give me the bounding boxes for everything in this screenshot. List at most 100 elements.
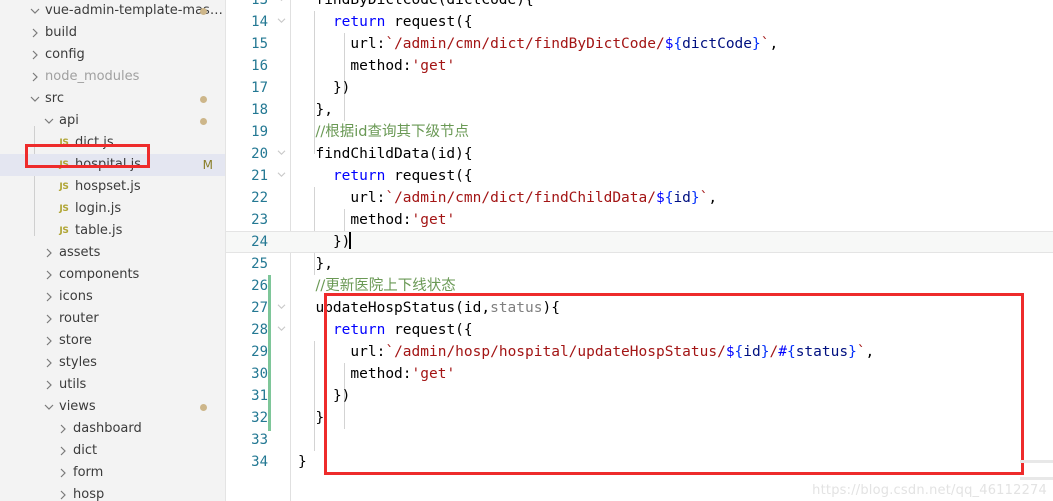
line-number: 19 [251,124,268,140]
chevron-right-icon[interactable] [42,314,56,324]
code-line[interactable]: 20 findChildData(id){ [226,143,1053,165]
line-number: 28 [251,322,268,338]
chevron-right-icon[interactable] [42,292,56,302]
tree-item-label: components [59,267,140,282]
code-text: }) [332,80,351,96]
chevron-right-icon[interactable] [28,28,42,38]
js-file-icon: JS [59,182,69,192]
tree-item-dict-js[interactable]: JS dict.js [0,132,225,154]
tree-item-assets[interactable]: assets [0,242,225,264]
tree-item-store[interactable]: store [0,330,225,352]
code-line[interactable]: 33 [226,429,1053,451]
file-tree[interactable]: vue-admin-template-master build config node… [0,0,225,501]
code-text: return request({ [332,14,473,30]
modified-dot-icon [200,118,207,125]
tree-item-label: dashboard [73,421,142,436]
code-line[interactable]: 22 url:`/admin/cmn/dict/findChildData/${… [226,187,1053,209]
code-editor[interactable]: 13 findByDictCode(dictCode){14 return re… [226,0,1053,501]
tree-item-label: api [59,113,79,128]
tree-item-label: store [59,333,92,348]
line-number: 24 [251,234,268,250]
chevron-right-icon[interactable] [42,270,56,280]
line-number: 13 [251,0,268,8]
fold-chevron-icon[interactable] [274,297,288,319]
tree-item-root[interactable]: vue-admin-template-master [0,0,225,22]
fold-chevron-icon[interactable] [274,0,288,11]
chevron-right-icon[interactable] [42,248,56,258]
line-number: 26 [251,278,268,294]
code-line[interactable]: 21 return request({ [226,165,1053,187]
chevron-right-icon[interactable] [56,490,70,500]
chevron-right-icon[interactable] [56,446,70,456]
code-text: method:'get' [350,366,456,382]
line-number: 31 [251,388,268,404]
fold-chevron-icon[interactable] [274,143,288,165]
code-line[interactable]: 28 return request({ [226,319,1053,341]
fold-chevron-icon[interactable] [274,11,288,33]
tree-item-table-js[interactable]: JS table.js [0,220,225,242]
code-line[interactable]: 34} [226,451,1053,473]
tree-item-label: hosp [73,487,105,501]
chevron-right-icon[interactable] [42,380,56,390]
explorer-sidebar[interactable]: vue-admin-template-master build config node… [0,0,226,501]
tree-item-hospset-js[interactable]: JS hospset.js [0,176,225,198]
code-line[interactable]: 15 url:`/admin/cmn/dict/findByDictCode/$… [226,33,1053,55]
code-text: //根据id查询其下级节点 [315,124,469,140]
tree-item-styles[interactable]: styles [0,352,225,374]
code-line[interactable]: 19 //根据id查询其下级节点 [226,121,1053,143]
chevron-down-icon[interactable] [28,7,42,15]
code-lines[interactable]: 13 findByDictCode(dictCode){14 return re… [226,0,1053,501]
tree-item-views[interactable]: views [0,396,225,418]
tree-item-node-modules[interactable]: node_modules [0,66,225,88]
code-line[interactable]: 24 }) [226,231,1053,253]
fold-chevron-icon[interactable] [274,165,288,187]
line-number: 27 [251,300,268,316]
tree-item-utils[interactable]: utils [0,374,225,396]
tree-item-router[interactable]: router [0,308,225,330]
code-text: } [315,410,325,426]
watermark: https://blog.csdn.net/qq_46112274 [812,483,1047,498]
code-line[interactable]: 26 //更新医院上下线状态 [226,275,1053,297]
line-number: 29 [251,344,268,360]
tree-item-dashboard[interactable]: dashboard [0,418,225,440]
tree-item-icons[interactable]: icons [0,286,225,308]
code-text: updateHospStatus(id,status){ [315,300,560,316]
code-text: url:`/admin/hosp/hospital/updateHospStat… [350,344,875,360]
tree-item-dict[interactable]: dict [0,440,225,462]
chevron-down-icon[interactable] [42,403,56,411]
code-line[interactable]: 23 method:'get' [226,209,1053,231]
code-line[interactable]: 14 return request({ [226,11,1053,33]
code-line[interactable]: 30 method:'get' [226,363,1053,385]
chevron-right-icon[interactable] [42,336,56,346]
code-line[interactable]: 32 } [226,407,1053,429]
chevron-down-icon[interactable] [42,117,56,125]
chevron-down-icon[interactable] [28,95,42,103]
chevron-right-icon[interactable] [28,72,42,82]
code-text: }, [315,256,333,272]
code-text: findChildData(id){ [315,146,473,162]
code-line[interactable]: 16 method:'get' [226,55,1053,77]
chevron-right-icon[interactable] [28,50,42,60]
tree-item-build[interactable]: build [0,22,225,44]
line-number: 21 [251,168,268,184]
tree-item-form[interactable]: form [0,462,225,484]
tree-item-src[interactable]: src [0,88,225,110]
tree-item-config[interactable]: config [0,44,225,66]
chevron-right-icon[interactable] [56,468,70,478]
code-line[interactable]: 31 }) [226,385,1053,407]
tree-item-hosp[interactable]: hosp [0,484,225,501]
chevron-right-icon[interactable] [42,358,56,368]
code-line[interactable]: 27 updateHospStatus(id,status){ [226,297,1053,319]
tree-item-api[interactable]: api [0,110,225,132]
code-line[interactable]: 18 }, [226,99,1053,121]
code-line[interactable]: 13 findByDictCode(dictCode){ [226,0,1053,11]
tree-item-hospital-js[interactable]: JS hospital.js M [0,154,225,176]
tree-item-label: login.js [75,201,122,216]
tree-item-login-js[interactable]: JS login.js [0,198,225,220]
code-line[interactable]: 29 url:`/admin/hosp/hospital/updateHospS… [226,341,1053,363]
code-line[interactable]: 17 }) [226,77,1053,99]
code-line[interactable]: 25 }, [226,253,1053,275]
fold-chevron-icon[interactable] [274,319,288,341]
tree-item-components[interactable]: components [0,264,225,286]
chevron-right-icon[interactable] [56,424,70,434]
